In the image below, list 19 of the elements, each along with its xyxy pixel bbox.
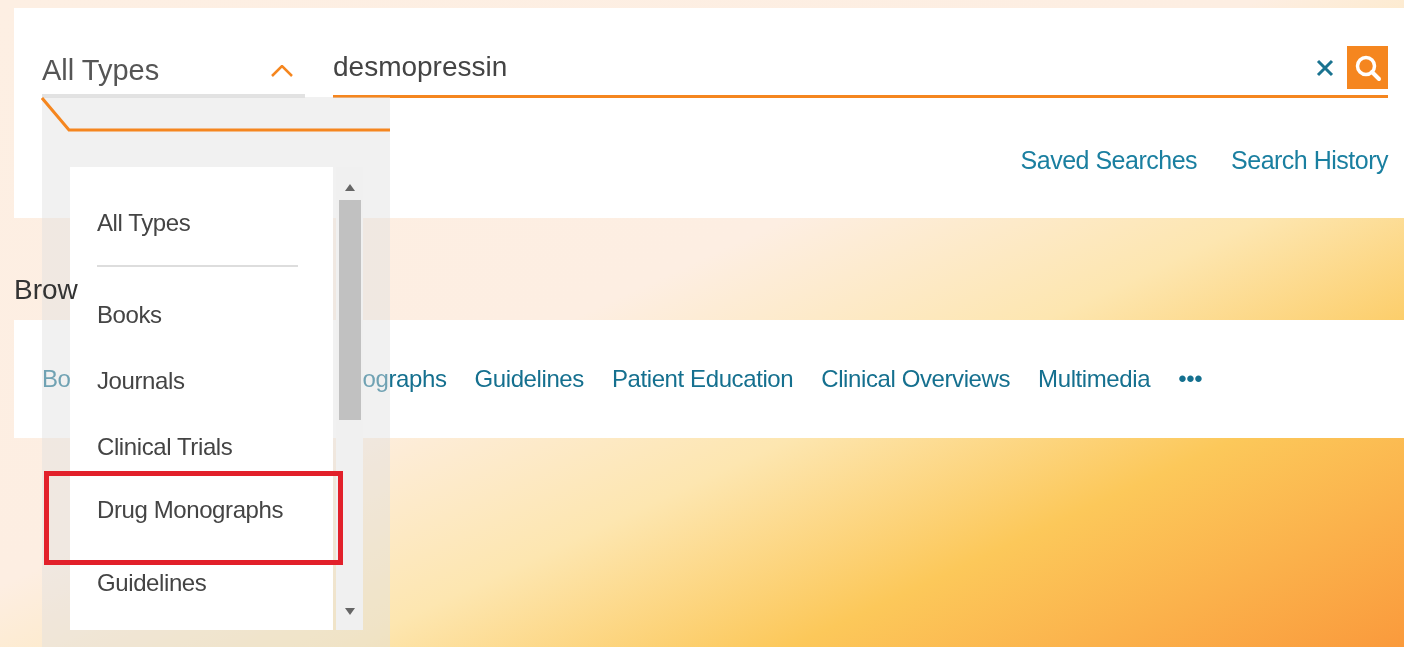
scroll-thumb[interactable] xyxy=(338,200,361,420)
dropdown-option[interactable]: All Types xyxy=(97,189,298,267)
search-link[interactable]: Search History xyxy=(1231,146,1388,175)
search-field[interactable]: desmopressin xyxy=(333,50,1303,83)
search-link[interactable]: Saved Searches xyxy=(1020,146,1198,175)
dropdown-option[interactable]: Journals xyxy=(70,353,333,419)
browse-link[interactable]: ographs xyxy=(362,365,447,393)
scroll-up-icon[interactable] xyxy=(344,183,355,191)
scroll-down-icon[interactable] xyxy=(344,608,355,616)
browse-link[interactable]: Guidelines xyxy=(474,365,584,393)
browse-link[interactable]: Clinical Overviews xyxy=(821,365,1011,393)
dropdown-option[interactable]: Drug Monographs xyxy=(44,471,343,565)
browse-heading: Brow xyxy=(14,274,78,307)
type-select[interactable]: All Types xyxy=(42,47,305,98)
browse-link[interactable]: ••• xyxy=(1178,365,1203,393)
close-icon[interactable] xyxy=(1315,57,1335,78)
browse-link[interactable]: Patient Education xyxy=(611,365,794,393)
search-button[interactable] xyxy=(1347,46,1388,89)
browse-link[interactable]: Multimedia xyxy=(1038,365,1151,393)
